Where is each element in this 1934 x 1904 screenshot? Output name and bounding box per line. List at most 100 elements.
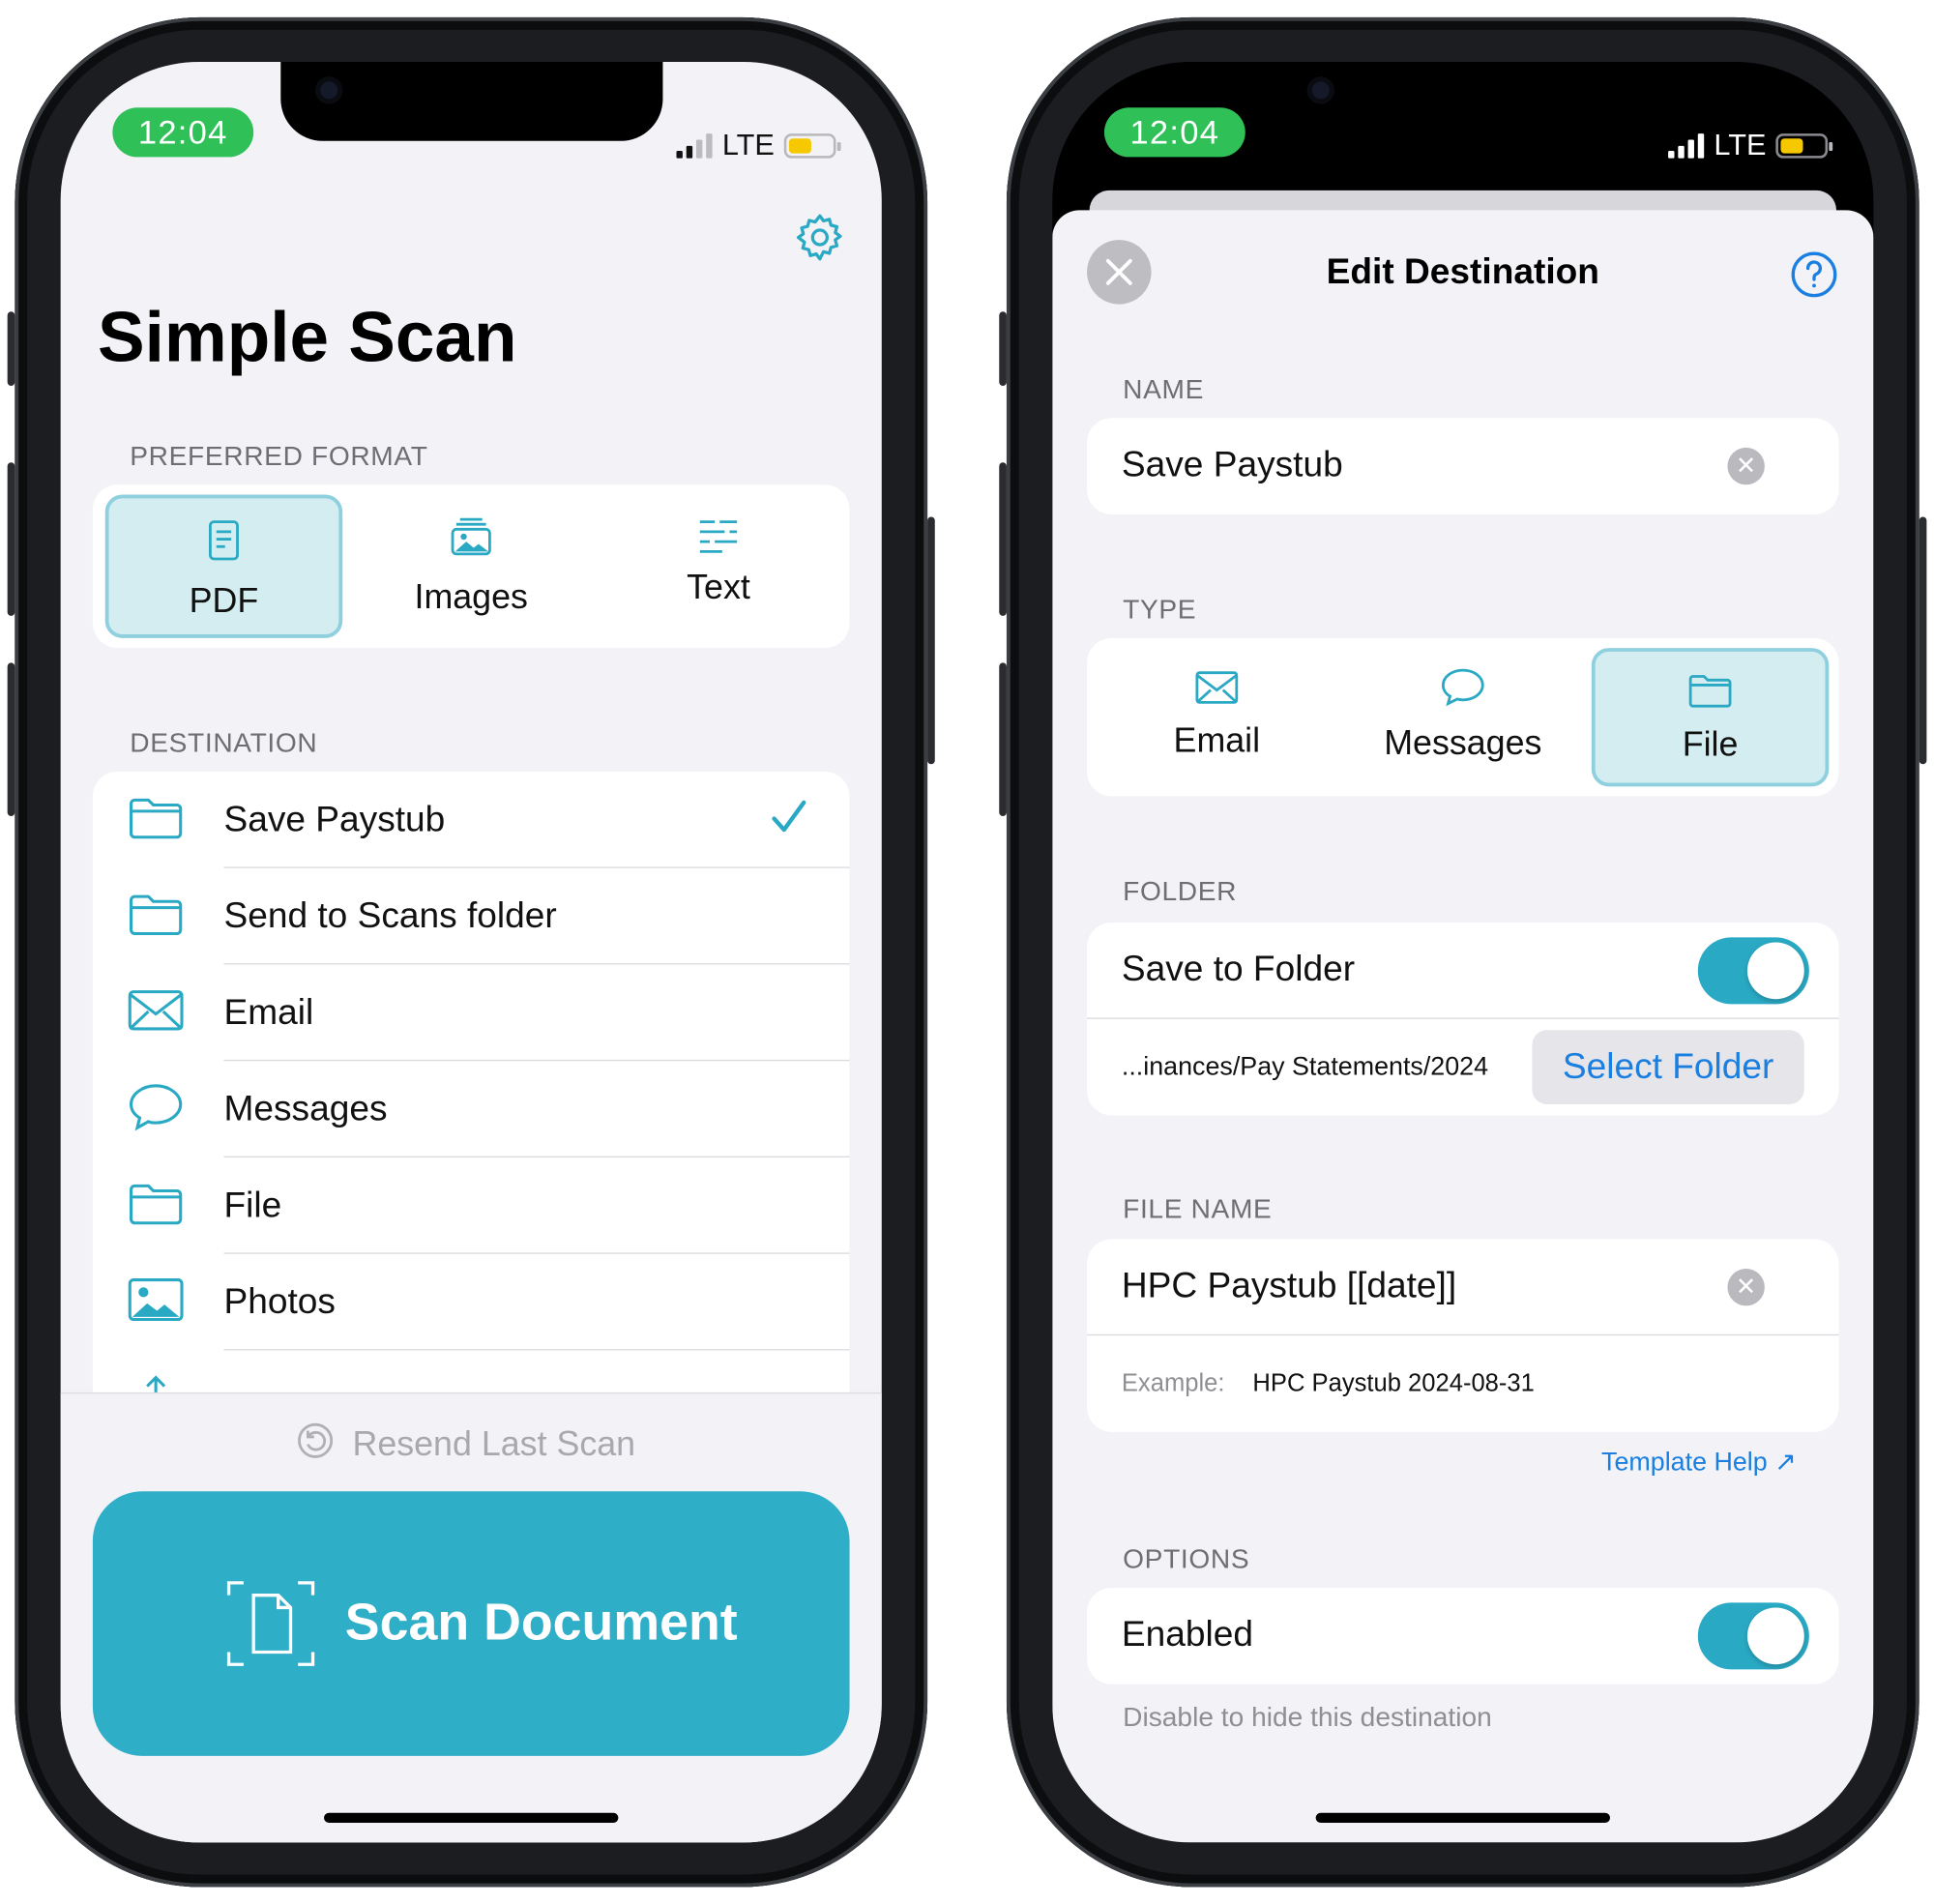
destination-row-file[interactable]: File: [93, 1157, 850, 1254]
enabled-label: Enabled: [1121, 1615, 1253, 1655]
sheet-title: Edit Destination: [1326, 251, 1599, 292]
type-option-email[interactable]: Email: [1099, 648, 1334, 786]
type-option-messages[interactable]: Messages: [1344, 648, 1582, 786]
battery-icon: [784, 133, 841, 159]
folder-icon: [128, 890, 185, 943]
left-phone-frame: 12:04 LTE Simple Scan PREFERRED FORMAT P…: [7, 16, 935, 1888]
status-indicators: LTE: [676, 128, 841, 163]
message-bubble-icon: [1344, 668, 1582, 717]
type-label-messages: Messages: [1384, 723, 1542, 762]
enabled-hint: Disable to hide this destination: [1123, 1701, 1492, 1733]
scan-document-button[interactable]: Scan Document: [92, 1491, 850, 1756]
type-label-email: Email: [1173, 720, 1261, 760]
text-lines-icon: [600, 517, 837, 563]
left-screen: 12:04 LTE Simple Scan PREFERRED FORMAT P…: [60, 61, 882, 1843]
example-value: HPC Paystub 2024-08-31: [1252, 1369, 1535, 1398]
front-camera: [315, 76, 343, 104]
right-phone-frame: 12:04 LTE Edit Destination NAME Save Pay…: [999, 16, 1927, 1888]
volume-up-button: [7, 462, 15, 616]
format-option-images[interactable]: Images: [352, 495, 590, 638]
format-label-images: Images: [414, 577, 528, 616]
type-option-file[interactable]: File: [1591, 648, 1830, 787]
format-option-text[interactable]: Text: [600, 495, 837, 638]
notch: [280, 61, 663, 141]
template-help-link[interactable]: Template Help ↗: [1601, 1447, 1797, 1478]
stage: 12:04 LTE Simple Scan PREFERRED FORMAT P…: [0, 0, 1934, 1904]
help-question-icon: [1789, 251, 1838, 305]
images-icon: [352, 514, 590, 568]
help-button[interactable]: [1789, 249, 1838, 306]
notch: [1272, 61, 1656, 141]
divider: [1087, 1333, 1839, 1336]
network-label: LTE: [1714, 128, 1767, 162]
clear-name-icon[interactable]: ✕: [1727, 447, 1765, 485]
folder-icon: [1596, 671, 1826, 717]
right-screen: 12:04 LTE Edit Destination NAME Save Pay…: [1052, 61, 1874, 1843]
name-value: Save Paystub: [1121, 445, 1343, 485]
status-time: 12:04: [1103, 107, 1245, 158]
battery-icon: [1775, 133, 1833, 159]
signal-bars-icon: [676, 133, 713, 159]
destination-label-email: Email: [223, 992, 314, 1033]
volume-up-button: [999, 462, 1007, 616]
type-section-label: TYPE: [1123, 593, 1197, 625]
destination-list: Save Paystub Send to Scans folder Email …: [92, 771, 850, 1440]
status-time: 12:04: [112, 107, 254, 158]
example-label: Example:: [1121, 1369, 1225, 1398]
options-section-label: OPTIONS: [1123, 1542, 1250, 1574]
name-section-label: NAME: [1123, 373, 1204, 405]
signal-bars-icon: [1668, 133, 1705, 159]
save-to-folder-label: Save to Folder: [1121, 950, 1356, 990]
type-label-file: File: [1682, 724, 1739, 764]
settings-gear-icon[interactable]: [793, 210, 847, 271]
destination-label-file: File: [223, 1185, 282, 1225]
message-bubble-icon: [128, 1081, 185, 1137]
front-camera: [1306, 76, 1334, 104]
options-card: Enabled: [1087, 1587, 1839, 1684]
destination-label-save-paystub: Save Paystub: [223, 799, 446, 839]
destination-label: DESTINATION: [130, 726, 318, 758]
file-name-value[interactable]: HPC Paystub [[date]]: [1122, 1266, 1456, 1306]
file-name-section-label: FILE NAME: [1123, 1193, 1273, 1225]
destination-row-email[interactable]: Email: [93, 964, 850, 1062]
resend-last-scan-button[interactable]: Resend Last Scan: [296, 1421, 635, 1466]
save-to-folder-toggle[interactable]: [1697, 937, 1809, 1005]
destination-label-photos: Photos: [223, 1281, 336, 1322]
destination-row-send-to-scans[interactable]: Send to Scans folder: [93, 868, 850, 965]
home-indicator: [324, 1812, 619, 1823]
volume-down-button: [999, 662, 1007, 817]
power-button: [927, 516, 935, 765]
enabled-toggle[interactable]: [1697, 1602, 1809, 1670]
checkmark-icon: [771, 799, 807, 842]
clear-file-name-icon[interactable]: ✕: [1727, 1269, 1765, 1306]
network-label: LTE: [721, 128, 775, 162]
page-title: Simple Scan: [98, 298, 517, 378]
scan-document-label: Scan Document: [344, 1593, 738, 1652]
destination-label-messages: Messages: [223, 1088, 388, 1128]
folder-card: Save to Folder ...inances/Pay Statements…: [1087, 922, 1839, 1116]
power-button: [1919, 516, 1927, 765]
preferred-format-label: PREFERRED FORMAT: [130, 440, 428, 472]
folder-icon: [128, 793, 185, 846]
volume-down-button: [7, 662, 15, 817]
photo-icon: [128, 1275, 185, 1329]
resend-icon: [296, 1421, 336, 1466]
home-indicator: [1315, 1812, 1610, 1823]
mute-switch: [7, 311, 15, 386]
name-field[interactable]: Save Paystub ✕: [1087, 418, 1839, 514]
destination-row-messages[interactable]: Messages: [93, 1061, 850, 1157]
folder-path: ...inances/Pay Statements/2024: [1121, 1052, 1489, 1081]
folder-icon: [128, 1179, 185, 1232]
pdf-document-icon: [109, 518, 339, 571]
destination-row-photos[interactable]: Photos: [93, 1254, 850, 1351]
file-name-card: HPC Paystub [[date]] ✕ Example: HPC Pays…: [1087, 1239, 1839, 1432]
format-label-text: Text: [687, 567, 750, 606]
destination-row-save-paystub[interactable]: Save Paystub: [93, 772, 850, 868]
type-segmented-control: Email Messages File: [1087, 637, 1839, 797]
scan-document-icon: [226, 1578, 315, 1676]
select-folder-button[interactable]: Select Folder: [1532, 1030, 1804, 1104]
mute-switch: [999, 311, 1007, 386]
format-segmented-control: PDF Images Text: [92, 484, 850, 649]
status-indicators: LTE: [1668, 128, 1833, 163]
format-option-pdf[interactable]: PDF: [104, 494, 343, 638]
